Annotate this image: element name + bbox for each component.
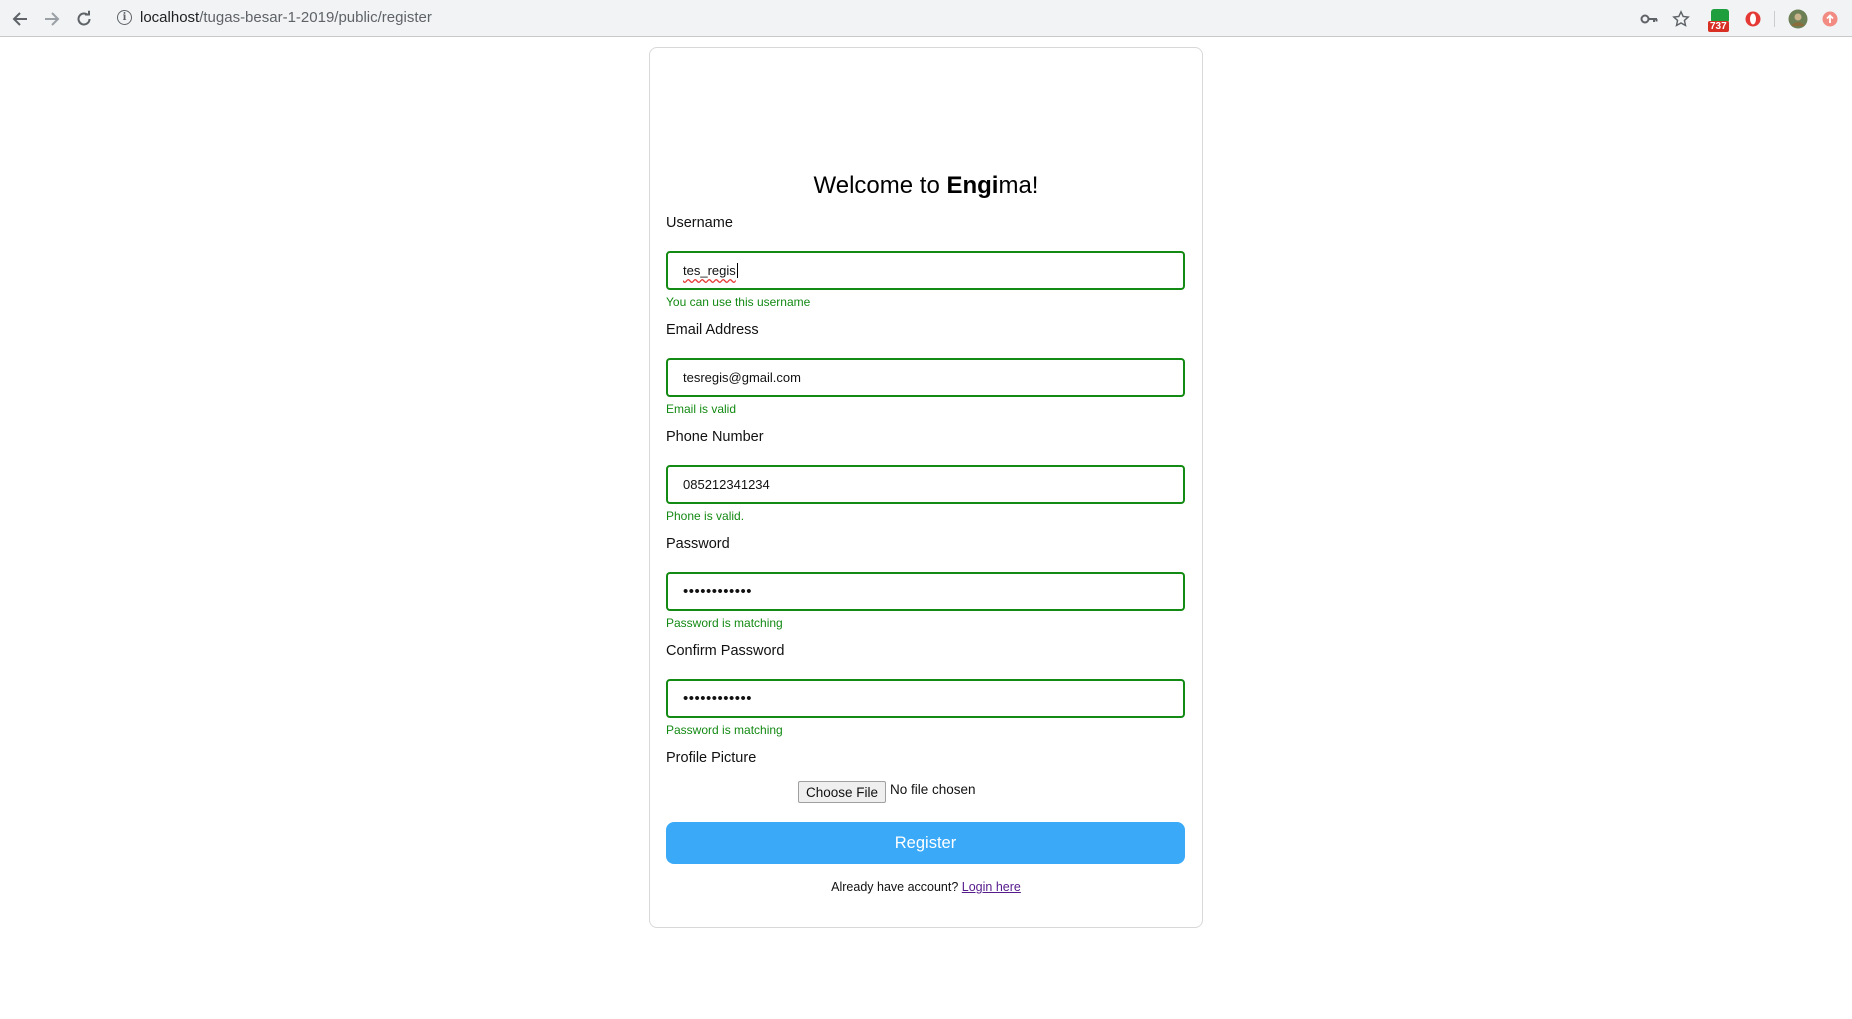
username-value: tes_regis <box>683 263 736 278</box>
avatar[interactable] <box>1787 8 1809 30</box>
phone-value: 085212341234 <box>683 477 770 492</box>
phone-label: Phone Number <box>666 429 764 445</box>
password-value: •••••••••••• <box>683 583 753 600</box>
confirm-password-value: •••••••••••• <box>683 690 753 707</box>
file-status: No file chosen <box>890 782 976 797</box>
info-icon[interactable]: i <box>117 10 132 25</box>
confirm-password-input[interactable]: •••••••••••• <box>666 679 1185 718</box>
choose-file-button[interactable]: Choose File <box>798 781 886 803</box>
phone-input[interactable]: 085212341234 <box>666 465 1185 504</box>
reload-icon[interactable] <box>71 6 97 32</box>
extension-badge-count: 737 <box>1708 21 1729 32</box>
confirm-password-hint: Password is matching <box>666 723 783 737</box>
title-suffix: ma! <box>998 172 1039 199</box>
register-button[interactable]: Register <box>666 822 1185 864</box>
star-icon[interactable] <box>1670 8 1692 30</box>
page-title: Welcome to Engima! <box>650 172 1202 200</box>
password-input[interactable]: •••••••••••• <box>666 572 1185 611</box>
email-input[interactable]: tesregis@gmail.com <box>666 358 1185 397</box>
back-arrow-icon[interactable] <box>7 6 33 32</box>
login-link[interactable]: Login here <box>962 880 1021 894</box>
title-bold: Engi <box>946 172 999 199</box>
phone-hint: Phone is valid. <box>666 509 745 523</box>
confirm-password-label: Confirm Password <box>666 643 785 659</box>
key-icon[interactable] <box>1638 8 1660 30</box>
username-label: Username <box>666 215 733 231</box>
extension-badge-icon[interactable]: 737 <box>1708 8 1732 32</box>
password-hint: Password is matching <box>666 616 783 630</box>
update-icon[interactable] <box>1819 8 1841 30</box>
login-prompt-text: Already have account? <box>831 880 962 894</box>
username-input[interactable]: tes_regis <box>666 251 1185 290</box>
email-hint: Email is valid <box>666 402 737 416</box>
url-path: /tugas-besar-1-2019/public/register <box>199 9 432 26</box>
username-hint: You can use this username <box>666 295 811 309</box>
email-label: Email Address <box>666 322 759 338</box>
text-caret <box>736 263 738 278</box>
title-prefix: Welcome to <box>813 172 947 199</box>
opera-icon[interactable] <box>1742 8 1764 30</box>
url-host: localhost <box>140 9 200 26</box>
email-value: tesregis@gmail.com <box>683 370 801 385</box>
address-bar[interactable]: localhost/tugas-besar-1-2019/public/regi… <box>140 9 432 26</box>
browser-toolbar: i localhost/tugas-besar-1-2019/public/re… <box>0 0 1852 37</box>
password-label: Password <box>666 536 730 552</box>
profile-picture-label: Profile Picture <box>666 750 757 766</box>
forward-arrow-icon[interactable] <box>39 6 65 32</box>
login-prompt: Already have account? Login here <box>0 880 1852 894</box>
toolbar-divider <box>1774 11 1775 27</box>
